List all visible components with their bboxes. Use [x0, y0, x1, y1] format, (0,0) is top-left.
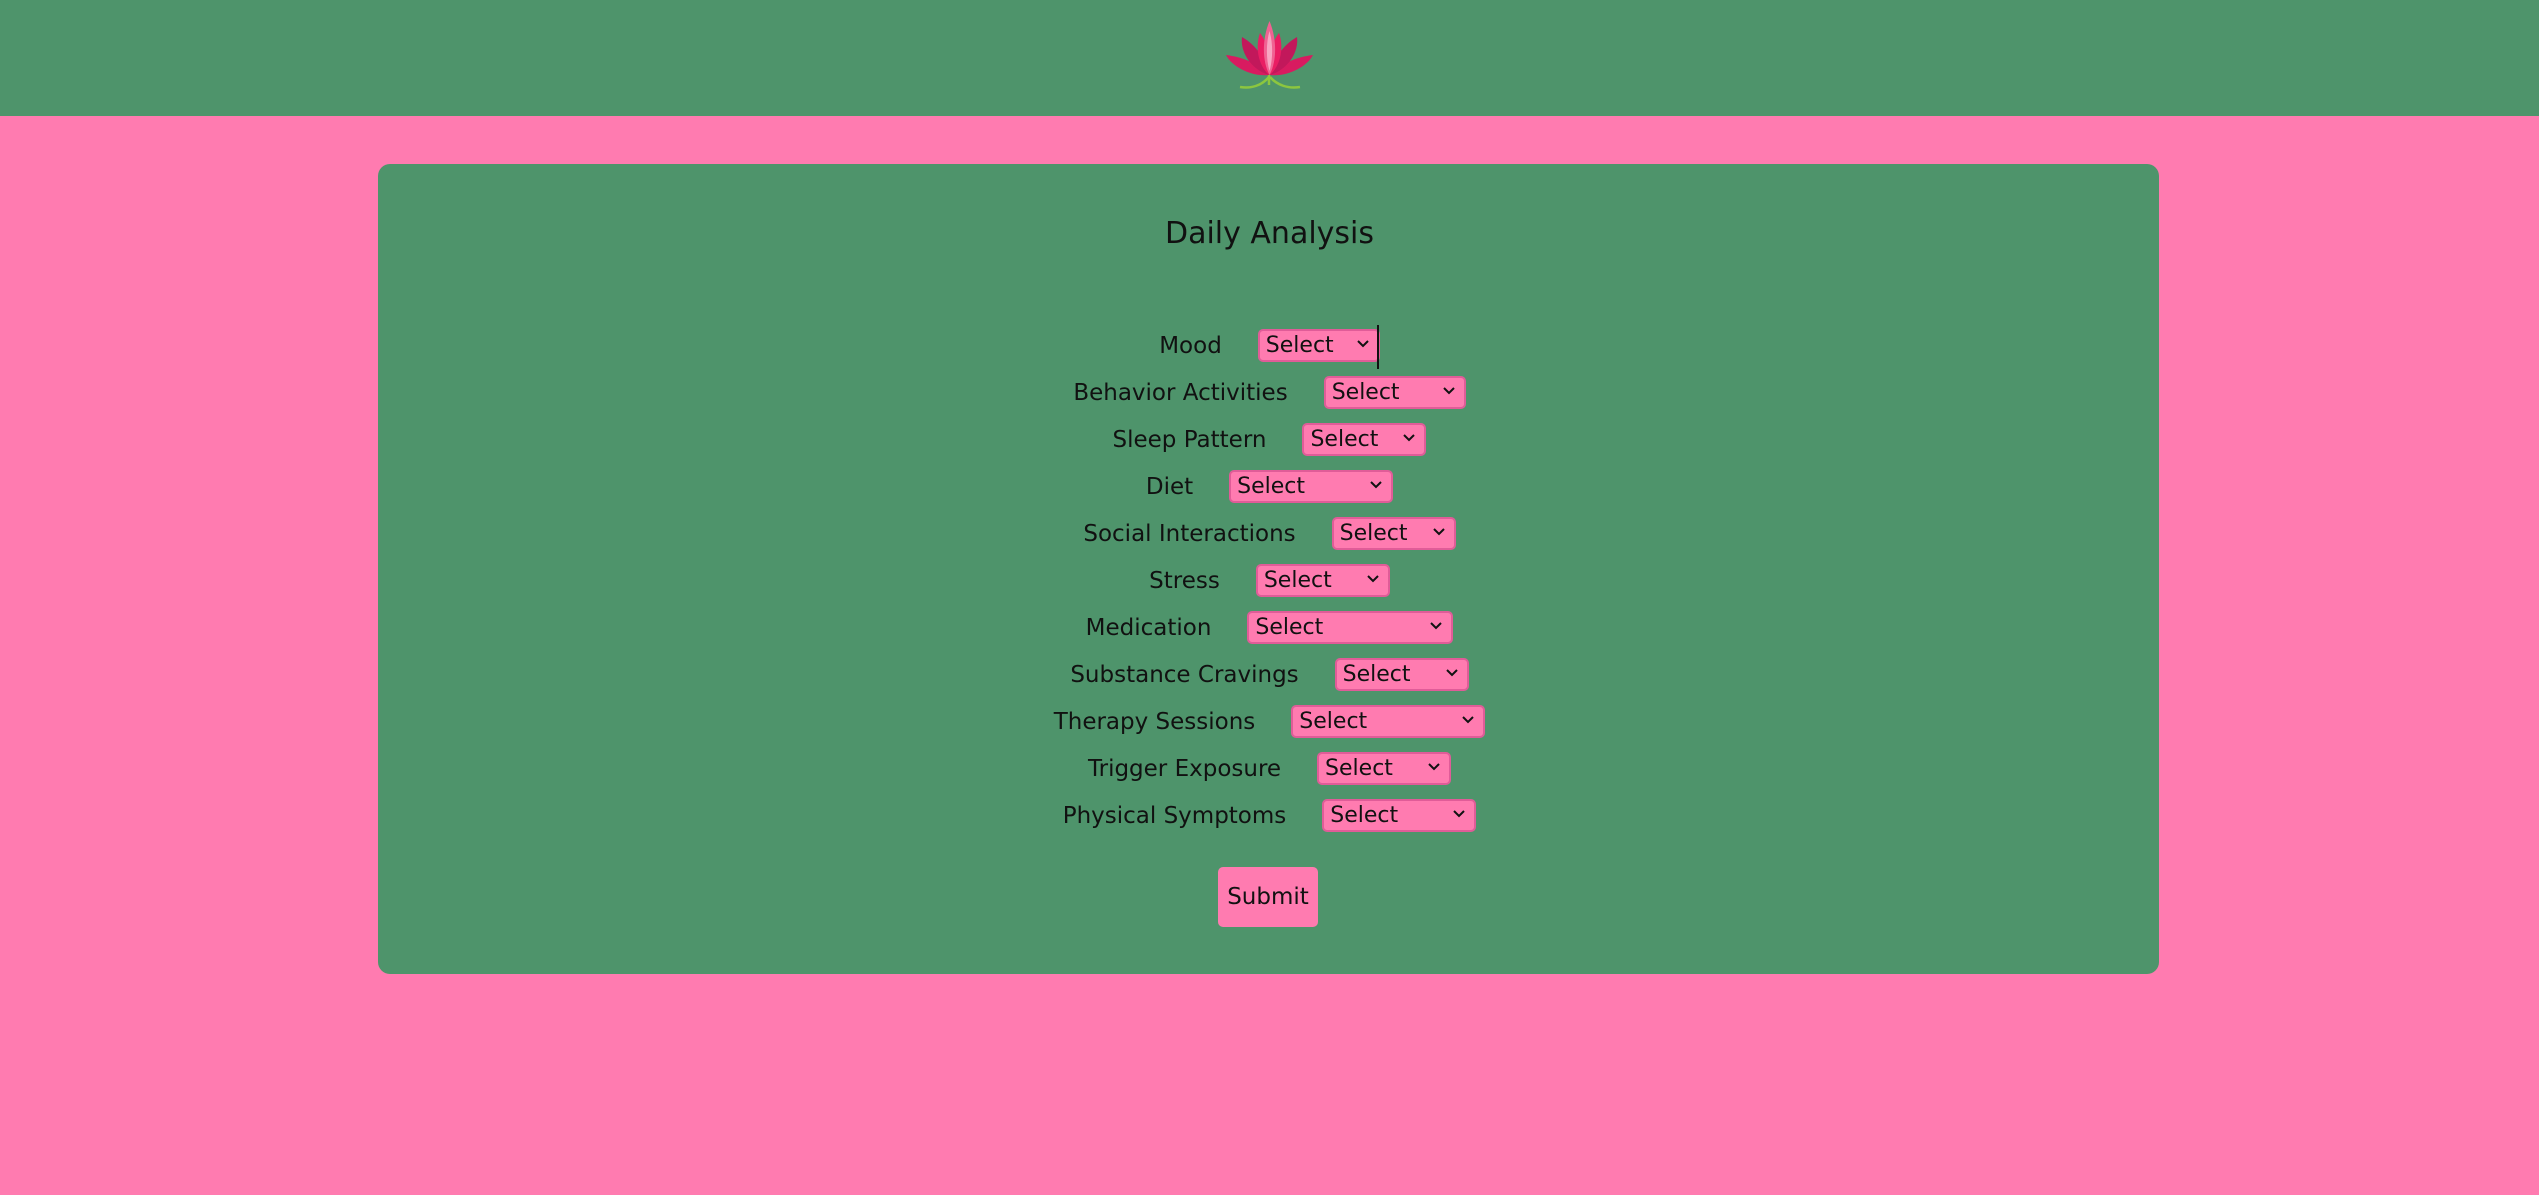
diet-label: Diet: [1145, 473, 1194, 500]
physical-symptoms-row: Physical Symptoms Select: [0, 792, 2539, 839]
behavior-activities-row: Behavior Activities Select: [0, 369, 2539, 416]
mood-select-value: Select: [1265, 333, 1334, 358]
medication-label: Medication: [1085, 614, 1212, 641]
chevron-down-icon: [1453, 810, 1465, 818]
sleep-pattern-select-value: Select: [1310, 427, 1379, 452]
substance-cravings-row: Substance Cravings Select: [0, 651, 2539, 698]
physical-symptoms-label: Physical Symptoms: [1062, 802, 1287, 829]
diet-row: Diet Select: [0, 463, 2539, 510]
stress-label: Stress: [1149, 567, 1220, 594]
behavior-activities-select[interactable]: Select: [1323, 376, 1466, 409]
substance-cravings-select-value: Select: [1342, 662, 1411, 687]
trigger-exposure-select-value: Select: [1325, 756, 1393, 781]
therapy-sessions-select-value: Select: [1299, 709, 1368, 734]
stress-select[interactable]: Select: [1255, 564, 1390, 597]
medication-select[interactable]: Select: [1247, 611, 1454, 644]
therapy-sessions-select[interactable]: Select: [1291, 705, 1486, 738]
chevron-down-icon: [1357, 340, 1369, 348]
substance-cravings-label: Substance Cravings: [1070, 661, 1299, 688]
trigger-exposure-label: Trigger Exposure: [1087, 755, 1282, 782]
diet-select-value: Select: [1237, 474, 1306, 499]
chevron-down-icon: [1442, 387, 1455, 395]
mood-row: Mood Select: [0, 322, 2539, 369]
medication-select-value: Select: [1255, 615, 1324, 640]
chevron-down-icon: [1428, 763, 1440, 771]
substance-cravings-select[interactable]: Select: [1334, 658, 1469, 691]
stress-select-value: Select: [1263, 568, 1332, 593]
diet-select[interactable]: Select: [1229, 470, 1394, 503]
top-bar: [0, 0, 2539, 116]
behavior-activities-label: Behavior Activities: [1073, 379, 1288, 406]
lotus-icon: [1226, 21, 1313, 89]
social-interactions-row: Social Interactions Select: [0, 510, 2539, 557]
submit-button[interactable]: Submit: [1218, 867, 1318, 927]
social-interactions-select[interactable]: Select: [1331, 517, 1456, 550]
sleep-pattern-label: Sleep Pattern: [1112, 426, 1267, 453]
physical-symptoms-select-value: Select: [1330, 803, 1399, 828]
stress-row: Stress Select: [0, 557, 2539, 604]
chevron-down-icon: [1403, 434, 1416, 442]
trigger-exposure-select[interactable]: Select: [1317, 752, 1452, 785]
chevron-down-icon: [1370, 481, 1382, 489]
social-interactions-label: Social Interactions: [1083, 520, 1296, 547]
social-interactions-select-value: Select: [1339, 521, 1408, 546]
chevron-down-icon: [1462, 716, 1475, 724]
sleep-pattern-row: Sleep Pattern Select: [0, 416, 2539, 463]
mood-select[interactable]: Select: [1257, 329, 1380, 362]
chevron-down-icon: [1430, 622, 1443, 630]
mouse-cursor: [1377, 325, 1379, 369]
chevron-down-icon: [1432, 528, 1445, 536]
mood-label: Mood: [1159, 332, 1222, 359]
chevron-down-icon: [1445, 669, 1458, 677]
trigger-exposure-row: Trigger Exposure Select: [0, 745, 2539, 792]
medication-row: Medication Select: [0, 604, 2539, 651]
behavior-activities-select-value: Select: [1331, 380, 1400, 405]
chevron-down-icon: [1367, 575, 1379, 583]
therapy-sessions-row: Therapy Sessions Select: [0, 698, 2539, 745]
physical-symptoms-select[interactable]: Select: [1322, 799, 1477, 832]
sleep-pattern-select[interactable]: Select: [1302, 423, 1427, 456]
page-title: Daily Analysis: [1164, 216, 1375, 251]
therapy-sessions-label: Therapy Sessions: [1053, 708, 1256, 735]
